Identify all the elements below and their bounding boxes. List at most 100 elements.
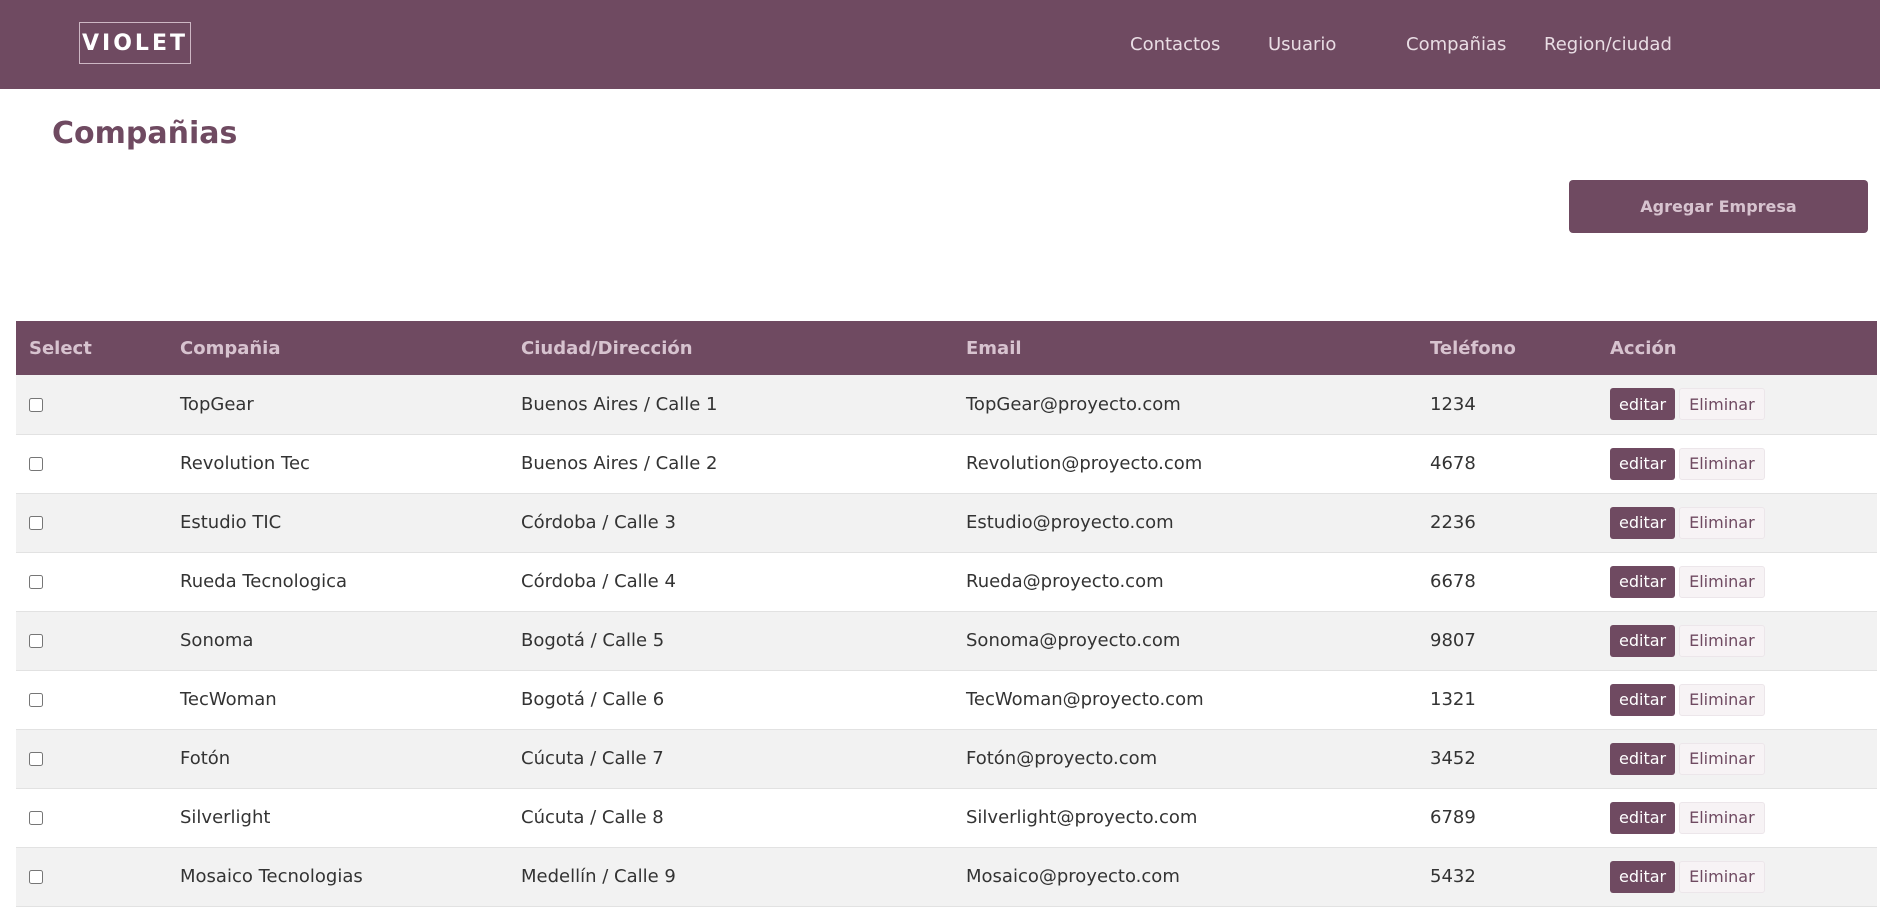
table-row: TecWoman Bogotá / Calle 6 TecWoman@proyect… xyxy=(16,670,1877,729)
company-cell: Estudio TIC xyxy=(180,512,282,533)
company-cell: Revolution Tec xyxy=(180,453,310,474)
city-address-cell: Buenos Aires / Calle 2 xyxy=(521,453,718,474)
phone-cell: 1234 xyxy=(1430,393,1476,415)
phone-cell: 1321 xyxy=(1430,689,1476,710)
phone-cell: 5432 xyxy=(1430,866,1476,887)
city-address-cell: Cúcuta / Calle 8 xyxy=(521,807,664,828)
delete-button[interactable]: Eliminar xyxy=(1679,683,1765,716)
edit-button[interactable]: editar xyxy=(1610,742,1676,775)
table-row: Rueda Tecnologica Córdoba / Calle 4 Rueda@… xyxy=(16,552,1877,611)
column-header-email: Email xyxy=(966,337,1022,359)
table-row: Revolution Tec Buenos Aires / Calle 2 Revo… xyxy=(16,434,1877,493)
table-row: Silverlight Cúcuta / Calle 8 Silverlight@p… xyxy=(16,788,1877,847)
row-select-checkbox[interactable] xyxy=(29,397,43,412)
phone-cell: 6678 xyxy=(1430,571,1476,592)
nav-link-contactos[interactable]: Contactos xyxy=(1130,34,1220,55)
nav-link-region-ciudad[interactable]: Region/ciudad xyxy=(1544,34,1672,55)
edit-button[interactable]: editar xyxy=(1610,860,1676,893)
companies-table-container: Select Compañia Ciudad/Dirección Email T… xyxy=(16,321,1877,907)
company-cell: Rueda Tecnologica xyxy=(180,571,348,592)
edit-button[interactable]: editar xyxy=(1610,565,1676,598)
table-row: Fotón Cúcuta / Calle 7 Fotón@proyecto.com 3… xyxy=(16,729,1877,788)
delete-button[interactable]: Eliminar xyxy=(1679,624,1765,657)
delete-button[interactable]: Eliminar xyxy=(1679,388,1765,421)
row-select-checkbox[interactable] xyxy=(29,516,43,530)
edit-button[interactable]: editar xyxy=(1610,506,1676,539)
email-cell: TopGear@proyecto.com xyxy=(966,393,1181,415)
select-cell xyxy=(16,847,167,906)
action-cell: editar Eliminar xyxy=(1597,434,1877,493)
edit-button[interactable]: editar xyxy=(1610,624,1676,657)
email-cell: Silverlight@proyecto.com xyxy=(966,807,1198,828)
action-cell: editar Eliminar xyxy=(1597,493,1877,552)
row-select-checkbox[interactable] xyxy=(29,457,43,471)
city-address-cell: Buenos Aires / Calle 1 xyxy=(521,393,718,415)
email-cell: Revolution@proyecto.com xyxy=(966,453,1203,474)
page-title: Compañias xyxy=(52,116,238,151)
company-cell: TecWoman xyxy=(180,689,277,710)
companies-table: Select Compañia Ciudad/Dirección Email T… xyxy=(16,321,1877,907)
company-cell: Mosaico Tecnologias xyxy=(180,866,363,887)
delete-button[interactable]: Eliminar xyxy=(1679,801,1765,834)
phone-cell: 9807 xyxy=(1430,630,1476,651)
phone-cell: 2236 xyxy=(1430,512,1476,533)
edit-button[interactable]: editar xyxy=(1610,388,1676,421)
row-select-checkbox[interactable] xyxy=(29,811,43,825)
row-select-checkbox[interactable] xyxy=(29,752,43,766)
column-header-action: Acción xyxy=(1610,337,1677,359)
select-cell xyxy=(16,611,167,670)
column-header-phone: Teléfono xyxy=(1430,337,1516,359)
select-cell xyxy=(16,552,167,611)
nav-link-usuario[interactable]: Usuario xyxy=(1268,34,1336,55)
nav-link-companias[interactable]: Compañias xyxy=(1406,34,1506,55)
email-cell: Estudio@proyecto.com xyxy=(966,512,1174,533)
add-company-button[interactable]: Agregar Empresa xyxy=(1569,180,1868,233)
violet-logo[interactable]: VIOLET xyxy=(79,22,191,64)
column-header-select: Select xyxy=(29,337,92,359)
action-cell: editar Eliminar xyxy=(1597,375,1877,434)
navbar: VIOLET Contactos Usuario Compañias Regio… xyxy=(0,0,1880,89)
delete-button[interactable]: Eliminar xyxy=(1679,860,1765,893)
email-cell: Mosaico@proyecto.com xyxy=(966,866,1180,887)
row-select-checkbox[interactable] xyxy=(29,870,43,884)
row-select-checkbox[interactable] xyxy=(29,575,43,589)
table-row: TopGear Buenos Aires / Calle 1 TopGear@pro… xyxy=(16,375,1877,434)
column-header-city-address: Ciudad/Dirección xyxy=(521,337,693,359)
delete-button[interactable]: Eliminar xyxy=(1679,447,1765,480)
action-cell: editar Eliminar xyxy=(1597,788,1877,847)
company-cell: Sonoma xyxy=(180,630,254,651)
city-address-cell: Córdoba / Calle 4 xyxy=(521,571,676,592)
table-row: Mosaico Tecnologias Medellín / Calle 9 Mos… xyxy=(16,847,1877,906)
select-cell xyxy=(16,375,167,434)
delete-button[interactable]: Eliminar xyxy=(1679,565,1765,598)
select-cell xyxy=(16,493,167,552)
email-cell: Sonoma@proyecto.com xyxy=(966,630,1181,651)
company-cell: Silverlight xyxy=(180,807,271,828)
edit-button[interactable]: editar xyxy=(1610,683,1676,716)
email-cell: Rueda@proyecto.com xyxy=(966,571,1164,592)
phone-cell: 3452 xyxy=(1430,748,1476,769)
action-cell: editar Eliminar xyxy=(1597,611,1877,670)
row-select-checkbox[interactable] xyxy=(29,634,43,648)
select-cell xyxy=(16,670,167,729)
phone-cell: 4678 xyxy=(1430,453,1476,474)
table-row: Sonoma Bogotá / Calle 5 Sonoma@proyecto.co… xyxy=(16,611,1877,670)
city-address-cell: Córdoba / Calle 3 xyxy=(521,512,676,533)
select-cell xyxy=(16,434,167,493)
email-cell: Fotón@proyecto.com xyxy=(966,748,1158,769)
edit-button[interactable]: editar xyxy=(1610,801,1676,834)
city-address-cell: Cúcuta / Calle 7 xyxy=(521,748,664,769)
column-header-company: Compañia xyxy=(180,337,281,359)
edit-button[interactable]: editar xyxy=(1610,447,1676,480)
delete-button[interactable]: Eliminar xyxy=(1679,742,1765,775)
company-cell: Fotón xyxy=(180,748,231,769)
company-cell: TopGear xyxy=(180,393,254,415)
city-address-cell: Bogotá / Calle 5 xyxy=(521,630,665,651)
delete-button[interactable]: Eliminar xyxy=(1679,506,1765,539)
action-cell: editar Eliminar xyxy=(1597,670,1877,729)
row-select-checkbox[interactable] xyxy=(29,693,43,707)
table-header-row: Select Compañia Ciudad/Dirección Email T… xyxy=(16,321,1877,375)
action-cell: editar Eliminar xyxy=(1597,847,1877,906)
select-cell xyxy=(16,788,167,847)
city-address-cell: Bogotá / Calle 6 xyxy=(521,689,665,710)
